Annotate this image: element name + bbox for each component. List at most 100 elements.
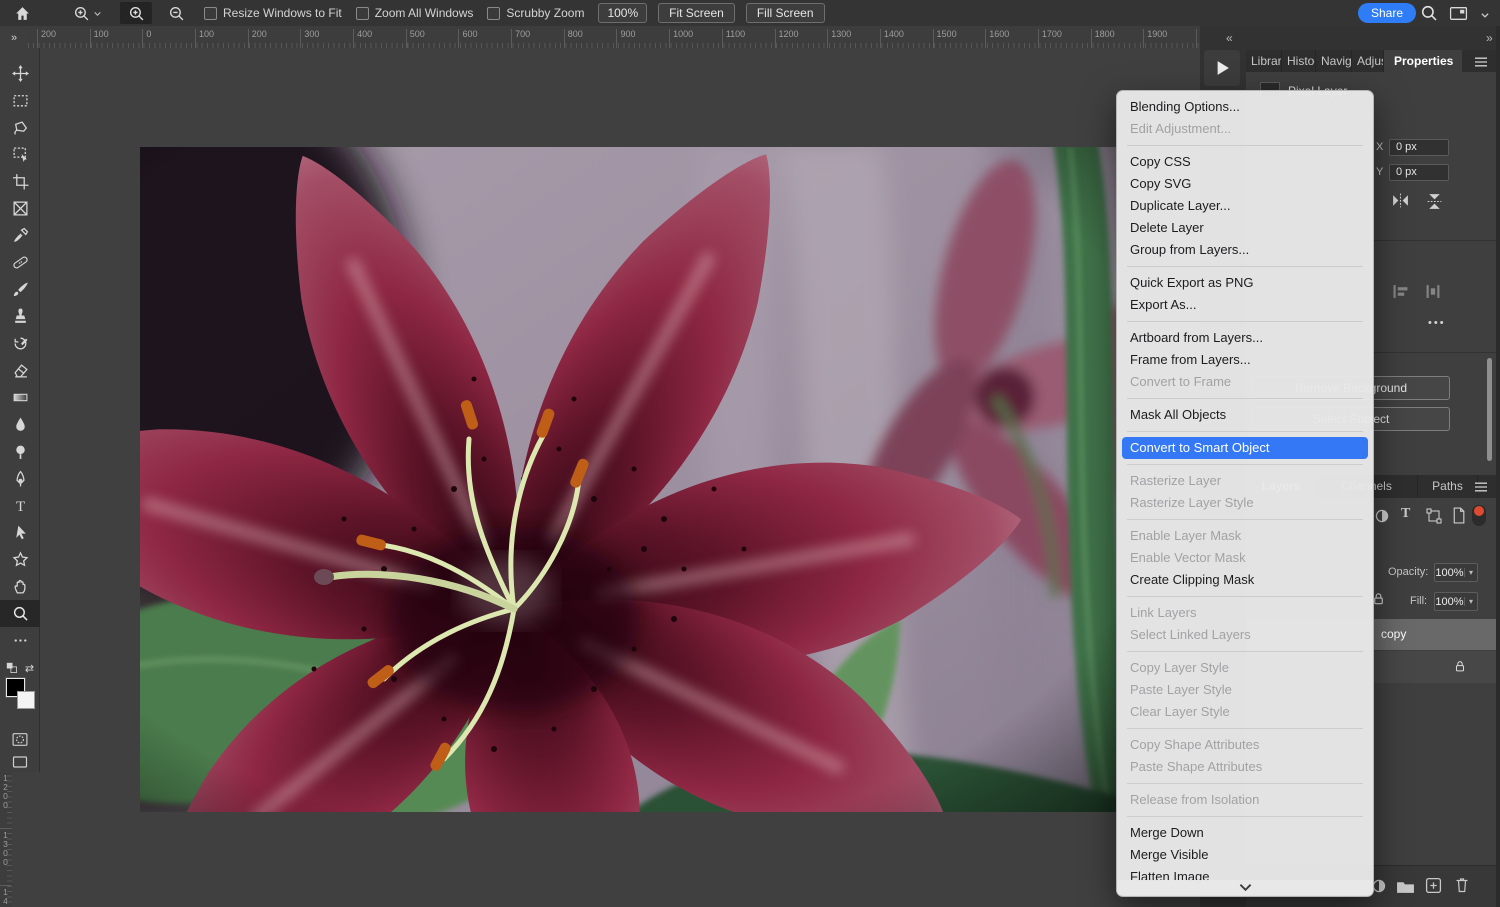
zoom-in-button[interactable] xyxy=(120,2,152,24)
filter-frame-icon[interactable] xyxy=(1426,508,1442,529)
photoshop-window: Resize Windows to Fit Zoom All Windows S… xyxy=(0,0,1500,907)
object-selection-tool[interactable] xyxy=(0,141,40,168)
tab-libraries[interactable]: Libraries xyxy=(1246,50,1282,72)
zoom-tool-icon[interactable] xyxy=(67,2,108,24)
resize-windows-checkbox[interactable]: Resize Windows to Fit xyxy=(204,6,342,20)
path-selection-tool[interactable] xyxy=(0,519,40,546)
new-layer-icon[interactable] xyxy=(1425,877,1442,899)
checkbox-box[interactable] xyxy=(487,7,500,20)
panel-menu-icon[interactable] xyxy=(1474,55,1488,73)
eyedropper-tool[interactable] xyxy=(0,222,40,249)
opacity-dropdown[interactable]: 100% ▾ xyxy=(1434,563,1478,582)
dodge-tool[interactable] xyxy=(0,438,40,465)
hand-tool[interactable] xyxy=(0,573,40,600)
healing-brush-tool[interactable] xyxy=(0,249,40,276)
menu-item-copy-css[interactable]: Copy CSS xyxy=(1117,151,1373,173)
filter-toggle[interactable] xyxy=(1472,505,1486,526)
filter-adjustment-icon[interactable] xyxy=(1374,508,1390,529)
toolbar-collapse-button[interactable]: » xyxy=(0,28,28,48)
more-options-dots[interactable]: ••• xyxy=(1428,317,1446,329)
ruler-label: 800 xyxy=(564,29,583,48)
chevron-down-icon[interactable] xyxy=(1474,4,1496,26)
collapse-panels-right-icon[interactable]: » xyxy=(1486,31,1493,45)
selected-layer-name[interactable]: copy xyxy=(1381,627,1406,641)
gradient-tool[interactable] xyxy=(0,384,40,411)
menu-separator xyxy=(1127,431,1363,432)
lasso-tool[interactable] xyxy=(0,114,40,141)
menu-item-export-as[interactable]: Export As... xyxy=(1117,294,1373,316)
horizontal-ruler[interactable]: 2001000100200300400500600700800900100011… xyxy=(12,26,1204,49)
tab-navigator[interactable]: Navigator xyxy=(1316,50,1352,72)
screen-mode-button[interactable] xyxy=(0,748,40,775)
menu-item-rasterize-layer-style: Rasterize Layer Style xyxy=(1117,492,1373,514)
fill-screen-button[interactable]: Fill Screen xyxy=(746,3,825,23)
checkbox-label: Zoom All Windows xyxy=(375,6,474,20)
fill-dropdown[interactable]: 100% ▾ xyxy=(1434,592,1478,611)
ruler-label: 1800 xyxy=(1091,29,1115,48)
menu-item-quick-export-as-png[interactable]: Quick Export as PNG xyxy=(1117,272,1373,294)
menu-scroll-chevron-icon[interactable] xyxy=(1117,880,1373,895)
align-layers-icon xyxy=(1392,284,1410,304)
marquee-tool[interactable] xyxy=(0,87,40,114)
panel-menu-icon[interactable] xyxy=(1474,480,1488,498)
eraser-tool[interactable] xyxy=(0,357,40,384)
menu-item-delete-layer[interactable]: Delete Layer xyxy=(1117,217,1373,239)
crop-tool[interactable] xyxy=(0,168,40,195)
collapse-panels-left-icon[interactable]: « xyxy=(1226,31,1233,45)
menu-item-copy-svg[interactable]: Copy SVG xyxy=(1117,173,1373,195)
checkbox-box[interactable] xyxy=(204,7,217,20)
menu-item-merge-visible[interactable]: Merge Visible xyxy=(1117,844,1373,866)
filter-smart-object-icon[interactable] xyxy=(1451,507,1466,529)
menu-item-blending-options[interactable]: Blending Options... xyxy=(1117,96,1373,118)
panel-scrollbar-thumb[interactable] xyxy=(1487,358,1492,461)
flip-horizontal-icon[interactable] xyxy=(1391,192,1410,214)
menu-item-link-layers: Link Layers xyxy=(1117,602,1373,624)
menu-item-artboard-from-layers[interactable]: Artboard from Layers... xyxy=(1117,327,1373,349)
move-tool[interactable] xyxy=(0,60,40,87)
collapsed-actions-panel-button[interactable] xyxy=(1204,50,1240,86)
menu-item-frame-from-layers[interactable]: Frame from Layers... xyxy=(1117,349,1373,371)
workspace-icon[interactable] xyxy=(1443,2,1474,24)
filter-type-icon[interactable]: T xyxy=(1401,506,1410,522)
history-brush-tool[interactable] xyxy=(0,330,40,357)
menu-item-group-from-layers[interactable]: Group from Layers... xyxy=(1117,239,1373,261)
default-colors-icon[interactable] xyxy=(6,662,19,675)
zoom-all-windows-checkbox[interactable]: Zoom All Windows xyxy=(356,6,474,20)
frame-tool[interactable] xyxy=(0,195,40,222)
zoom-out-button[interactable] xyxy=(160,2,192,24)
pen-tool[interactable] xyxy=(0,465,40,492)
menu-item-duplicate-layer[interactable]: Duplicate Layer... xyxy=(1117,195,1373,217)
type-tool[interactable]: T xyxy=(0,492,40,519)
menu-item-mask-all-objects[interactable]: Mask All Objects xyxy=(1117,404,1373,426)
menu-item-create-clipping-mask[interactable]: Create Clipping Mask xyxy=(1117,569,1373,591)
shape-tool[interactable] xyxy=(0,546,40,573)
tab-paths[interactable]: Paths xyxy=(1418,475,1478,498)
fit-screen-button[interactable]: Fit Screen xyxy=(658,3,735,23)
menu-item-convert-to-smart-object[interactable]: Convert to Smart Object xyxy=(1122,437,1368,459)
menu-separator xyxy=(1127,464,1363,465)
tab-properties[interactable]: Properties xyxy=(1384,50,1462,72)
zoom-tool[interactable] xyxy=(0,600,40,627)
home-icon[interactable] xyxy=(8,2,37,24)
brush-tool[interactable] xyxy=(0,276,40,303)
zoom-level-field[interactable]: 100% xyxy=(598,3,647,23)
flip-vertical-icon[interactable] xyxy=(1426,192,1443,216)
tab-histogram[interactable]: Histogram xyxy=(1282,50,1316,72)
scrubby-zoom-checkbox[interactable]: Scrubby Zoom xyxy=(487,6,584,20)
menu-item-merge-down[interactable]: Merge Down xyxy=(1117,822,1373,844)
share-button[interactable]: Share xyxy=(1358,3,1416,23)
clone-stamp-tool[interactable] xyxy=(0,303,40,330)
x-field[interactable]: 0 px xyxy=(1389,139,1449,156)
search-icon[interactable] xyxy=(1414,2,1444,24)
blur-tool[interactable] xyxy=(0,411,40,438)
y-field[interactable]: 0 px xyxy=(1389,164,1449,181)
background-color-swatch[interactable] xyxy=(17,691,35,709)
canvas-image[interactable] xyxy=(140,147,1118,812)
checkbox-box[interactable] xyxy=(356,7,369,20)
tab-adjustments[interactable]: Adjustments xyxy=(1352,50,1384,72)
new-group-icon[interactable] xyxy=(1396,879,1415,899)
ruler-label: 900 xyxy=(616,29,635,48)
swap-colors-icon[interactable]: ⇄ xyxy=(25,662,34,675)
more-tools[interactable] xyxy=(0,627,40,654)
delete-layer-icon[interactable] xyxy=(1454,876,1470,899)
